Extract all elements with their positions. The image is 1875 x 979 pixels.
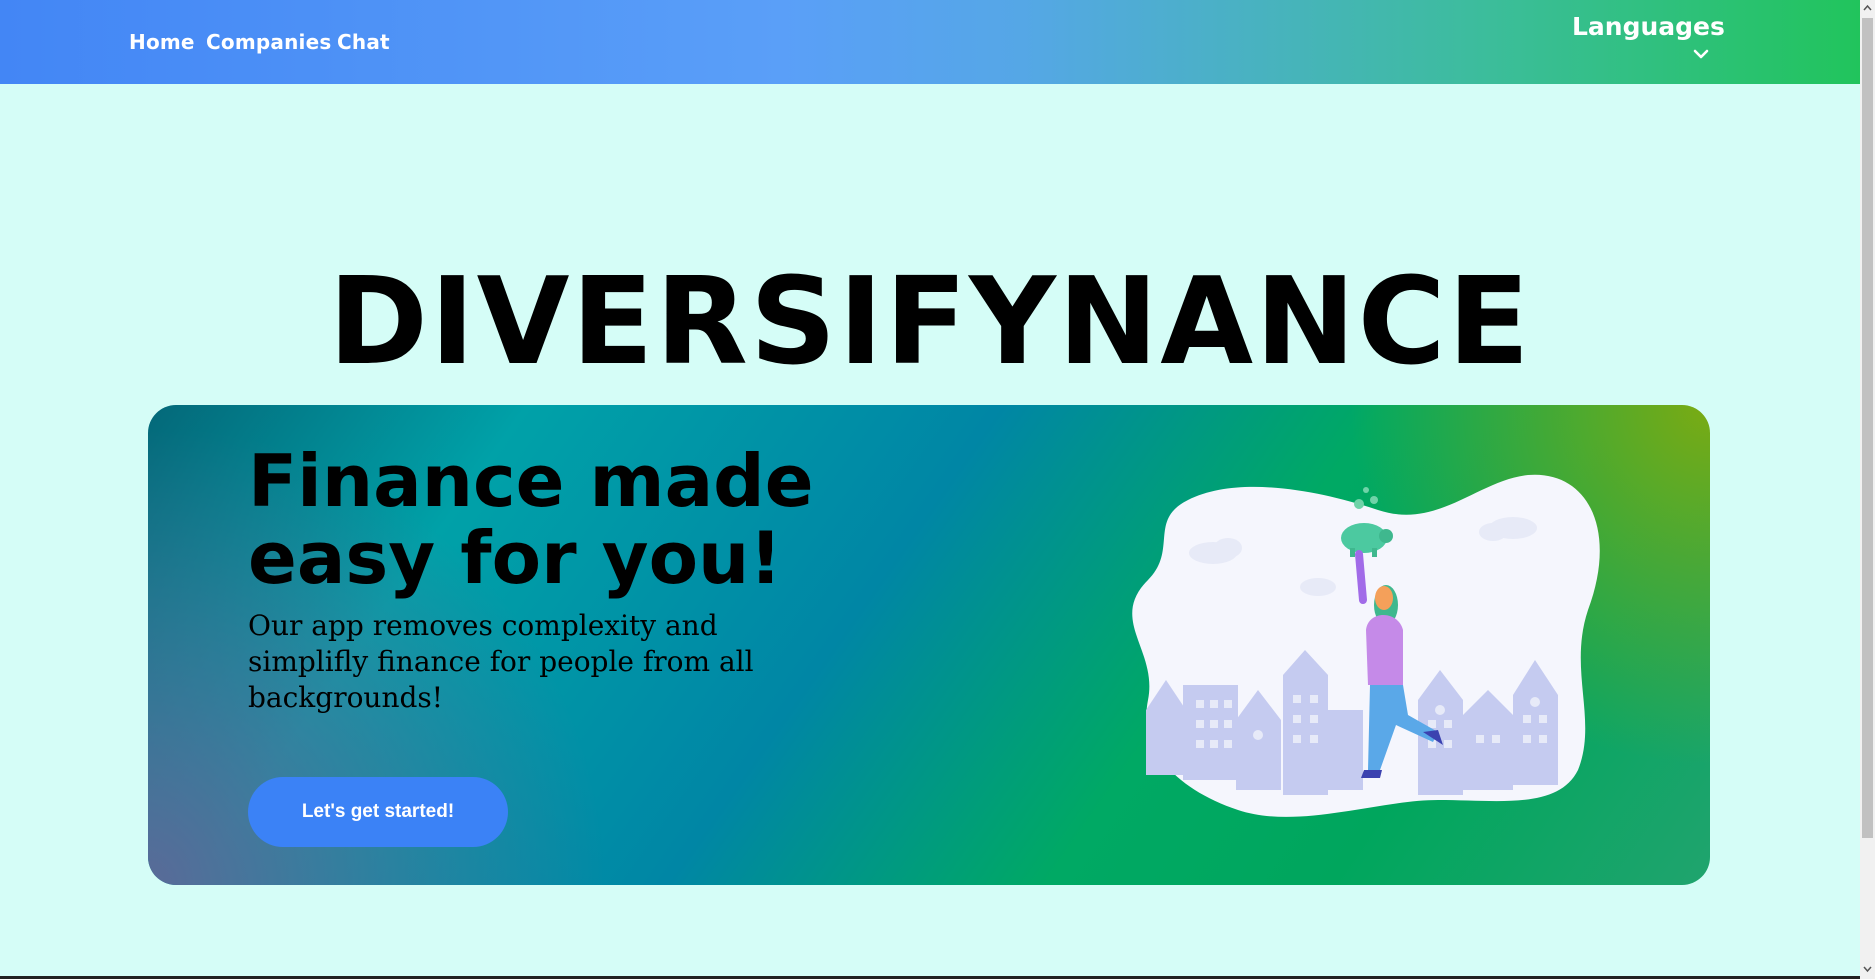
scrollbar-thumb[interactable] (1862, 18, 1873, 838)
hero-heading-line-2: easy for you! (248, 516, 783, 600)
scroll-up-arrow-icon[interactable] (1860, 0, 1875, 16)
page: Home Companies Chat Languages DIVERSIFYN… (0, 0, 1860, 979)
hero-description: Our app removes complexity and simplifly… (248, 609, 754, 714)
hero-illustration (1132, 474, 1600, 817)
chevron-down-icon[interactable] (1693, 48, 1709, 60)
brand-title: DIVERSIFYNANCE (328, 253, 1532, 393)
top-navbar: Home Companies Chat Languages (0, 0, 1860, 84)
hero-heading-line-1: Finance made (248, 439, 814, 523)
get-started-button[interactable]: Let's get started! (248, 777, 508, 847)
languages-label[interactable]: Languages (1572, 12, 1725, 41)
nav-link-companies[interactable]: Companies (206, 30, 331, 54)
hero-heading: Finance made easy for you! (248, 443, 868, 597)
scroll-down-arrow-icon[interactable] (1860, 961, 1875, 977)
nav-link-home[interactable]: Home (129, 30, 195, 54)
hero-card: Finance made easy for you! Our app remov… (148, 405, 1710, 885)
nav-link-chat[interactable]: Chat (337, 30, 390, 54)
